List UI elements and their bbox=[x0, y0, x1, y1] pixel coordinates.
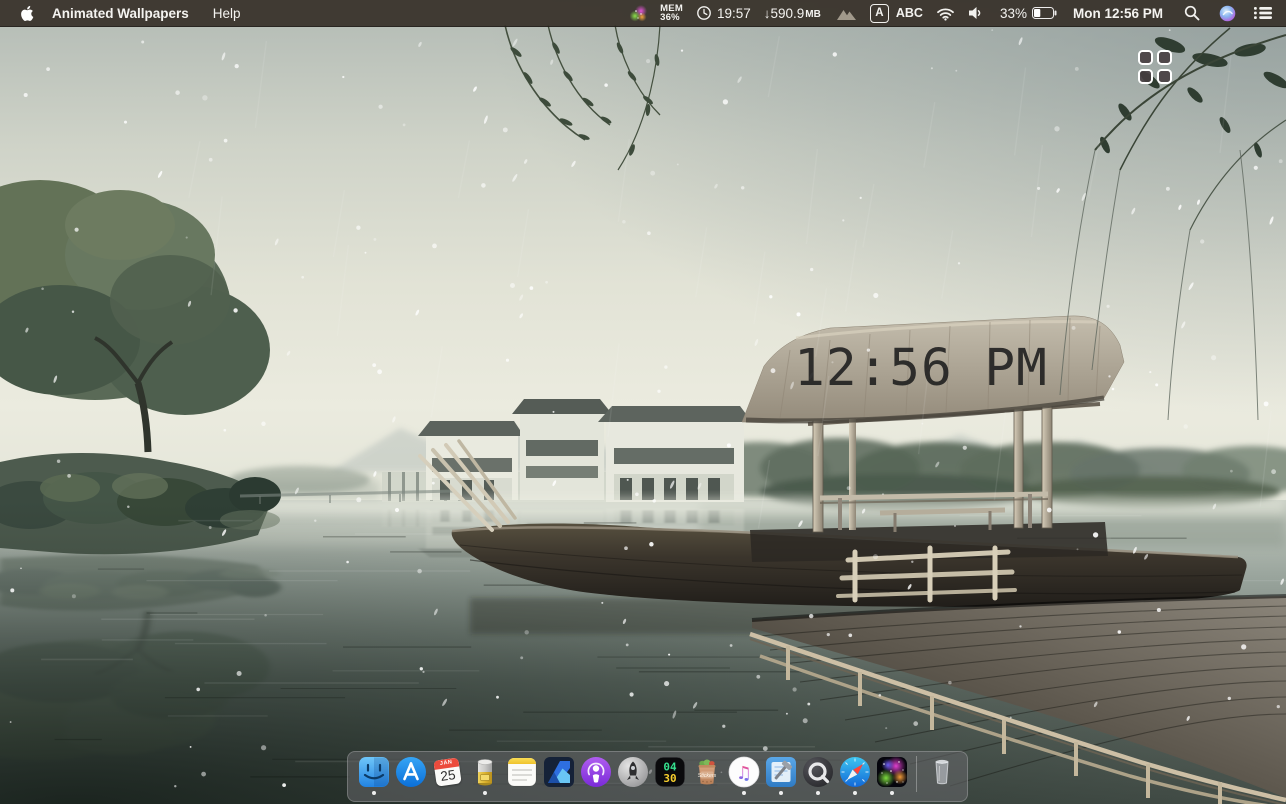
menu-bar: Animated Wallpapers Help MEM 36% bbox=[0, 0, 1286, 27]
dock-item-notes[interactable] bbox=[505, 755, 539, 795]
running-indicator bbox=[742, 791, 746, 795]
apple-menu-icon[interactable] bbox=[20, 5, 34, 22]
grid-cell bbox=[1157, 50, 1172, 65]
xcode-icon bbox=[764, 755, 798, 789]
running-indicator bbox=[853, 791, 857, 795]
memory-status[interactable]: MEM 36% bbox=[660, 4, 683, 23]
app-grid-widget[interactable] bbox=[1138, 50, 1172, 84]
network-throughput-status[interactable]: ↓590.9MB bbox=[764, 6, 821, 21]
running-indicator bbox=[483, 791, 487, 795]
battery-status[interactable]: 33% bbox=[1000, 6, 1057, 21]
input-source-key-icon[interactable]: A bbox=[870, 4, 889, 23]
wallpaper-lake-scene bbox=[0, 0, 1286, 804]
notification-list-icon[interactable] bbox=[1254, 6, 1272, 20]
battery-app-icon bbox=[468, 755, 502, 789]
input-source-label[interactable]: ABC bbox=[896, 6, 923, 20]
app-menu-title[interactable]: Animated Wallpapers bbox=[52, 6, 189, 21]
dock: JAN 25 bbox=[347, 751, 968, 802]
dock-item-affinity-designer[interactable] bbox=[542, 755, 576, 795]
dock-item-animated-wallpapers[interactable] bbox=[875, 755, 909, 795]
dock-item-stickers[interactable]: Stickers bbox=[690, 755, 724, 795]
timer-clock-icon bbox=[696, 5, 712, 21]
siri-icon[interactable] bbox=[1219, 5, 1236, 22]
dock-item-trash[interactable] bbox=[925, 755, 959, 795]
galaxy-status-icon[interactable] bbox=[630, 5, 647, 22]
menu-help[interactable]: Help bbox=[213, 6, 241, 21]
music-icon: ♫ bbox=[727, 755, 761, 789]
dock-item-watch-clock[interactable]: 04 30 bbox=[653, 755, 687, 795]
app-store-icon bbox=[394, 755, 428, 789]
mountain-status-icon[interactable] bbox=[836, 6, 857, 21]
quicktime-icon bbox=[801, 755, 835, 789]
podcasts-icon bbox=[579, 755, 613, 789]
svg-text:30: 30 bbox=[663, 772, 676, 785]
battery-icon bbox=[1032, 7, 1057, 19]
desktop: Animated Wallpapers Help MEM 36% bbox=[0, 0, 1286, 804]
wifi-icon[interactable] bbox=[936, 5, 955, 21]
timer-status[interactable]: 19:57 bbox=[696, 5, 751, 21]
running-indicator bbox=[816, 791, 820, 795]
dock-item-calendar[interactable]: JAN 25 bbox=[431, 755, 465, 795]
running-indicator bbox=[779, 791, 783, 795]
download-arrow-icon: ↓ bbox=[764, 6, 771, 21]
dock-item-finder[interactable] bbox=[357, 755, 391, 795]
dock-item-app-store[interactable] bbox=[394, 755, 428, 795]
running-indicator bbox=[890, 791, 894, 795]
dock-item-quicktime[interactable] bbox=[801, 755, 835, 795]
running-indicator bbox=[372, 791, 376, 795]
calendar-icon: JAN 25 bbox=[428, 753, 466, 791]
animated-wallpapers-galaxy-icon bbox=[875, 755, 909, 789]
menu-bar-clock[interactable]: Mon 12:56 PM bbox=[1073, 6, 1163, 21]
search-icon[interactable] bbox=[1184, 5, 1200, 21]
watch-clock-icon: 04 30 bbox=[653, 755, 687, 789]
grid-cell bbox=[1138, 50, 1153, 65]
finder-icon bbox=[357, 755, 391, 789]
dock-item-music[interactable]: ♫ bbox=[727, 755, 761, 795]
notes-icon bbox=[505, 755, 539, 789]
dock-item-xcode[interactable] bbox=[764, 755, 798, 795]
dock-item-safari[interactable] bbox=[838, 755, 872, 795]
safari-icon bbox=[838, 755, 872, 789]
dock-item-battery[interactable] bbox=[468, 755, 502, 795]
dock-item-podcasts[interactable] bbox=[579, 755, 613, 795]
rocket-launchpad-icon bbox=[616, 755, 650, 789]
volume-icon[interactable] bbox=[968, 6, 985, 20]
trash-icon bbox=[925, 755, 959, 789]
grid-cell bbox=[1138, 69, 1153, 84]
svg-text:Stickers: Stickers bbox=[697, 773, 716, 779]
grid-cell bbox=[1157, 69, 1172, 84]
dock-item-launchpad[interactable] bbox=[616, 755, 650, 795]
svg-text:♫: ♫ bbox=[735, 763, 751, 784]
dock-separator bbox=[916, 756, 917, 792]
stickers-icon: Stickers bbox=[690, 755, 724, 789]
affinity-designer-icon bbox=[542, 755, 576, 789]
